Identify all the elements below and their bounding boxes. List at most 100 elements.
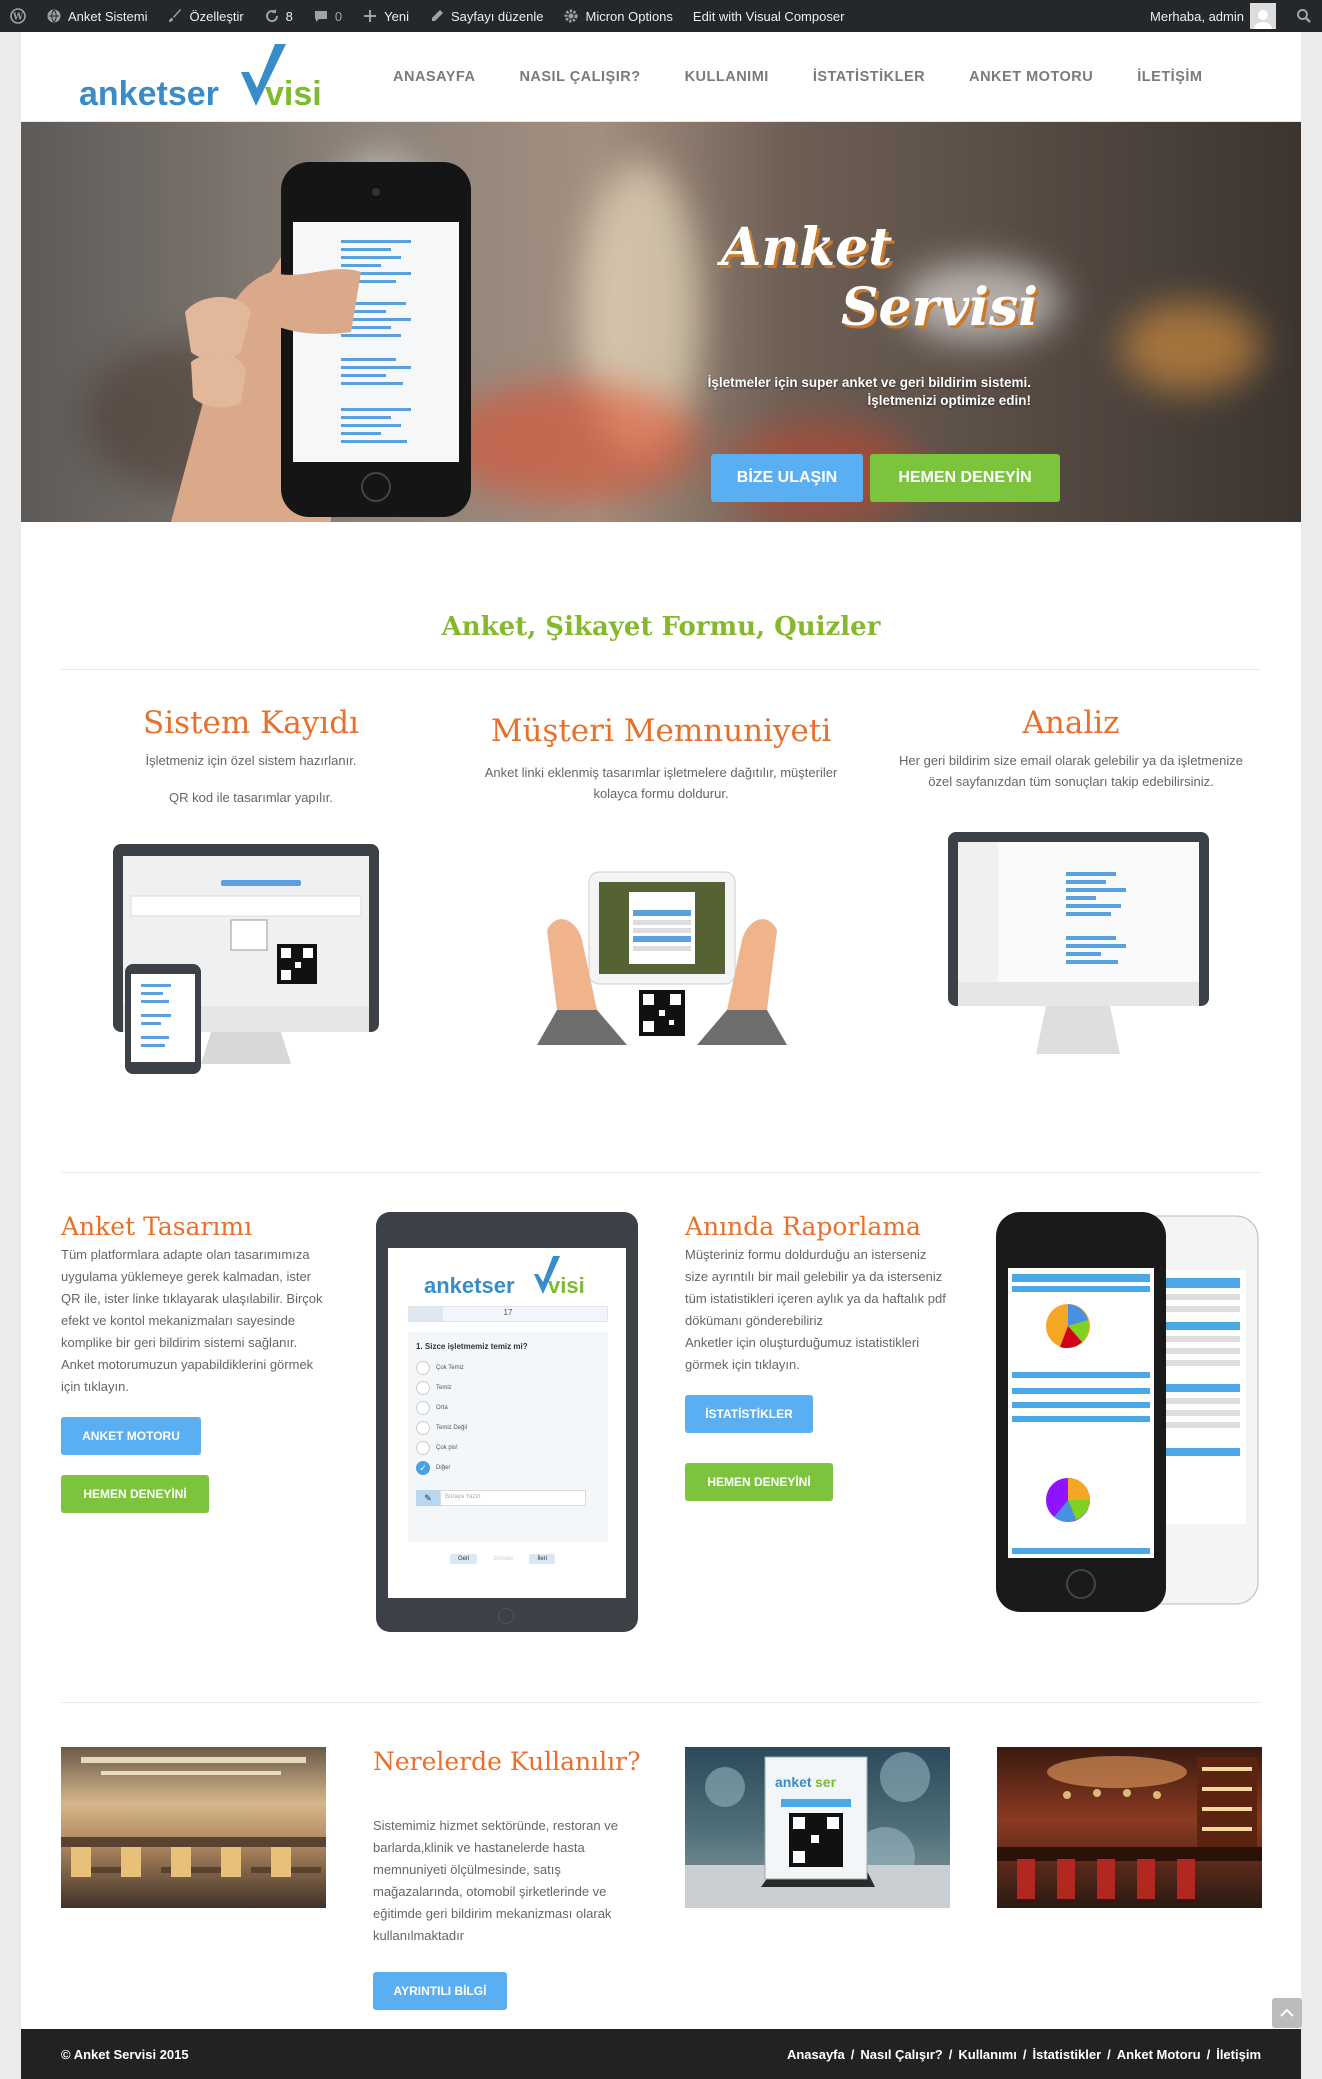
footer-link-anasayfa[interactable]: Anasayfa [787, 2047, 845, 2062]
update-icon [265, 9, 278, 23]
comments-count: 0 [334, 8, 343, 24]
updates-item[interactable]: 8 [254, 0, 303, 32]
copyright: © Anket Servisi 2015 [61, 2046, 189, 2062]
option-label: Çok Temiz [436, 1365, 464, 1371]
nav-iletisim[interactable]: İLETİŞİM [1137, 69, 1202, 85]
wordpress-icon: W [10, 8, 26, 24]
micron-options-label: Micron Options [585, 8, 673, 24]
footer-separator: / [948, 2046, 953, 2062]
statistics-button[interactable]: İSTATİSTİKLER [685, 1395, 813, 1433]
comments-item[interactable]: 0 [303, 0, 352, 32]
footer-link-nasil-calisir[interactable]: Nasıl Çalışır? [860, 2047, 942, 2062]
site-logo[interactable]: anketser visi [71, 42, 341, 122]
edit-page-label: Sayfayı düzenle [450, 8, 544, 24]
nav-anket-motoru[interactable]: ANKET MOTORU [969, 69, 1093, 85]
option-diger[interactable]: ✓ Diğer [416, 1458, 467, 1478]
option-temiz-degil[interactable]: Temiz Değil [416, 1418, 467, 1438]
option-label: Diğer [436, 1465, 451, 1471]
nav-istatistikler[interactable]: İSTATİSTİKLER [813, 69, 925, 85]
micron-options-item[interactable]: Micron Options [553, 0, 682, 32]
bar-photo [997, 1747, 1262, 1908]
option-cok-temiz[interactable]: Çok Temiz [416, 1358, 467, 1378]
radio-button[interactable] [416, 1361, 430, 1375]
usage-text-line: kullanılmaktadır [373, 1928, 465, 1943]
option-label: Orta [436, 1405, 448, 1411]
feature-title-satisfaction: Müşteri Memnuniyeti [490, 713, 832, 749]
nav-anasayfa[interactable]: ANASAYFA [393, 69, 475, 85]
avatar [1250, 3, 1276, 29]
try-now-hero-button[interactable]: HEMEN DENEYİN [870, 454, 1060, 502]
submit-button[interactable]: Gönder [485, 1554, 521, 1564]
reporting-text-line: Anketler için oluşturduğumuz istatistikl… [685, 1335, 920, 1350]
reporting-text-line: size ayrıntılı bir mail gelebilir ya da … [685, 1269, 943, 1284]
radio-button[interactable] [416, 1381, 430, 1395]
design-text-line: uygulama yüklemeye gerek kalmadan, ister [61, 1269, 312, 1284]
visual-composer-item[interactable]: Edit with Visual Composer [683, 0, 855, 32]
radio-button-checked[interactable]: ✓ [416, 1461, 430, 1475]
progress-bar: 17 [408, 1306, 608, 1322]
radio-button[interactable] [416, 1441, 430, 1455]
next-button[interactable]: İleri [529, 1554, 556, 1564]
site-footer: © Anket Servisi 2015 Anasayfa / Nasıl Ça… [21, 2029, 1301, 2079]
customize-item[interactable]: Özelleştir [157, 0, 253, 32]
feature-title-analysis: Analiz [1022, 705, 1120, 741]
option-orta[interactable]: Orta [416, 1398, 467, 1418]
nav-nasil-calisir[interactable]: NASIL ÇALIŞIR? [519, 69, 640, 85]
progress-value: 17 [503, 1308, 513, 1317]
contact-us-button[interactable]: BİZE ULAŞIN [711, 454, 863, 502]
site-header: anketser visi ANASAYFA NASIL ÇALIŞIR? KU… [21, 32, 1301, 122]
radio-button[interactable] [416, 1401, 430, 1415]
reporting-text-line: dökümanı gönderebiliriz [685, 1313, 824, 1328]
back-button[interactable]: Geri [450, 1554, 478, 1564]
scroll-to-top-button[interactable] [1272, 1998, 1302, 2028]
footer-link-istatistikler[interactable]: İstatistikler [1033, 2047, 1102, 2062]
hero-title-line1: Anket [721, 217, 893, 278]
design-text-line: efekt ve kontol mekanizmaları sayesinde [61, 1313, 296, 1328]
footer-link-anket-motoru[interactable]: Anket Motoru [1117, 2047, 1201, 2062]
account-item[interactable]: Merhaba, admin [1140, 0, 1286, 32]
hero-subtitle-line1: İşletmeler için super anket ve geri bild… [707, 375, 1031, 390]
tablet-nav-buttons: Geri Gönder İleri [450, 1554, 556, 1564]
feature-text-satisfaction-2: kolayca formu doldurur. [593, 786, 729, 801]
option-temiz[interactable]: Temiz [416, 1378, 467, 1398]
footer-separator: / [1022, 2046, 1027, 2062]
svg-text:ser: ser [815, 1774, 837, 1790]
anket-motoru-button[interactable]: ANKET MOTORU [61, 1417, 201, 1455]
new-content-item[interactable]: Yeni [352, 0, 419, 32]
feature-title-system: Sistem Kayıdı [143, 705, 359, 741]
design-text-line: Tüm platformlara adapte olan tasarımımız… [61, 1247, 310, 1262]
question-card: 1. Sizce işletmemiz temiz mi? Çok Temiz … [408, 1332, 608, 1542]
option-label: Temiz [436, 1385, 452, 1391]
radio-button[interactable] [416, 1421, 430, 1435]
other-input[interactable]: Buraya Yazın [440, 1490, 586, 1506]
divider [61, 1702, 1261, 1703]
other-input-row: ✎ Buraya Yazın [416, 1490, 586, 1506]
tablet-logo-part1: anketser [424, 1273, 515, 1298]
pencil-icon [431, 10, 443, 21]
admin-search-item[interactable] [1286, 0, 1322, 32]
tablet-home-button [498, 1608, 514, 1624]
option-cok-pis[interactable]: Çok pis! [416, 1438, 467, 1458]
design-text-line: komplike bir geri bildirim sistemi sağla… [61, 1335, 298, 1350]
hands-tablet-image [537, 871, 787, 1045]
feature-text-system-2: QR kod ile tasarımlar yapılır. [169, 790, 333, 805]
site-name-item[interactable]: Anket Sistemi [36, 0, 157, 32]
restaurant-photo [61, 1747, 326, 1908]
feature-text-satisfaction-1: Anket linki eklenmiş tasarımlar işletmel… [484, 765, 838, 780]
try-now-reporting-button[interactable]: HEMEN DENEYİNİ [685, 1463, 833, 1501]
more-info-button[interactable]: AYRINTILI BİLGİ [373, 1972, 507, 2010]
plus-icon [364, 10, 377, 22]
nav-kullanimi[interactable]: KULLANIMI [685, 69, 769, 85]
hero-title-line2: Servisi [841, 277, 1039, 338]
chevron-up-icon [1280, 2008, 1294, 2017]
hand-phone-image [171, 162, 471, 522]
footer-link-iletisim[interactable]: İletişim [1216, 2047, 1261, 2062]
design-text-line: için tıklayın. [61, 1379, 129, 1394]
imac-with-phone-image [113, 844, 379, 1074]
new-label: Yeni [384, 8, 409, 24]
footer-link-kullanimi[interactable]: Kullanımı [958, 2047, 1017, 2062]
try-now-design-button[interactable]: HEMEN DENEYİNİ [61, 1475, 209, 1513]
edit-page-item[interactable]: Sayfayı düzenle [419, 0, 554, 32]
wordpress-logo-item[interactable]: W [0, 0, 36, 32]
design-text-line: Anket motorumuzun yapabildiklerini görme… [61, 1357, 314, 1372]
